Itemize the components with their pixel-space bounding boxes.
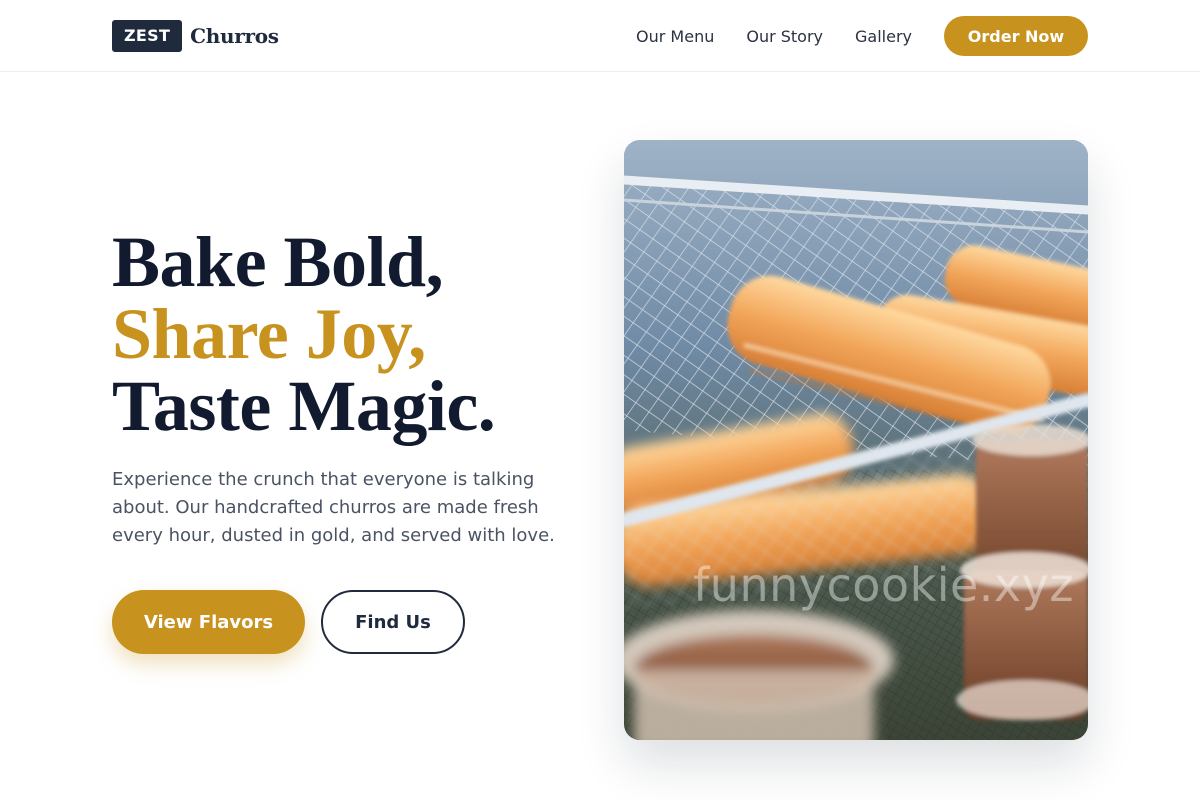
logo-badge: ZEST xyxy=(112,20,183,52)
view-flavors-button[interactable]: View Flavors xyxy=(112,590,305,654)
brand-logo[interactable]: ZEST Churros xyxy=(112,20,279,52)
nav-link-gallery[interactable]: Gallery xyxy=(855,27,912,46)
headline-line-3: Taste Magic. xyxy=(112,366,496,446)
site-header: ZEST Churros Our Menu Our Story Gallery … xyxy=(0,0,1200,72)
logo-name: Churros xyxy=(190,24,279,48)
headline-line-2: Share Joy, xyxy=(112,294,426,374)
find-us-button[interactable]: Find Us xyxy=(321,590,465,654)
nav-link-our-menu[interactable]: Our Menu xyxy=(636,27,714,46)
hero-description: Experience the crunch that everyone is t… xyxy=(112,469,555,546)
churros-photo-illustration xyxy=(624,140,1088,740)
nav-link-our-story[interactable]: Our Story xyxy=(746,27,823,46)
main-nav: Our Menu Our Story Gallery Order Now xyxy=(636,16,1088,56)
order-now-button[interactable]: Order Now xyxy=(944,16,1088,56)
hero-churros-image: funnycookie.xyz xyxy=(624,140,1088,740)
hero-headline: Bake Bold, Share Joy, Taste Magic. xyxy=(112,222,496,446)
headline-line-1: Bake Bold, xyxy=(112,222,444,302)
